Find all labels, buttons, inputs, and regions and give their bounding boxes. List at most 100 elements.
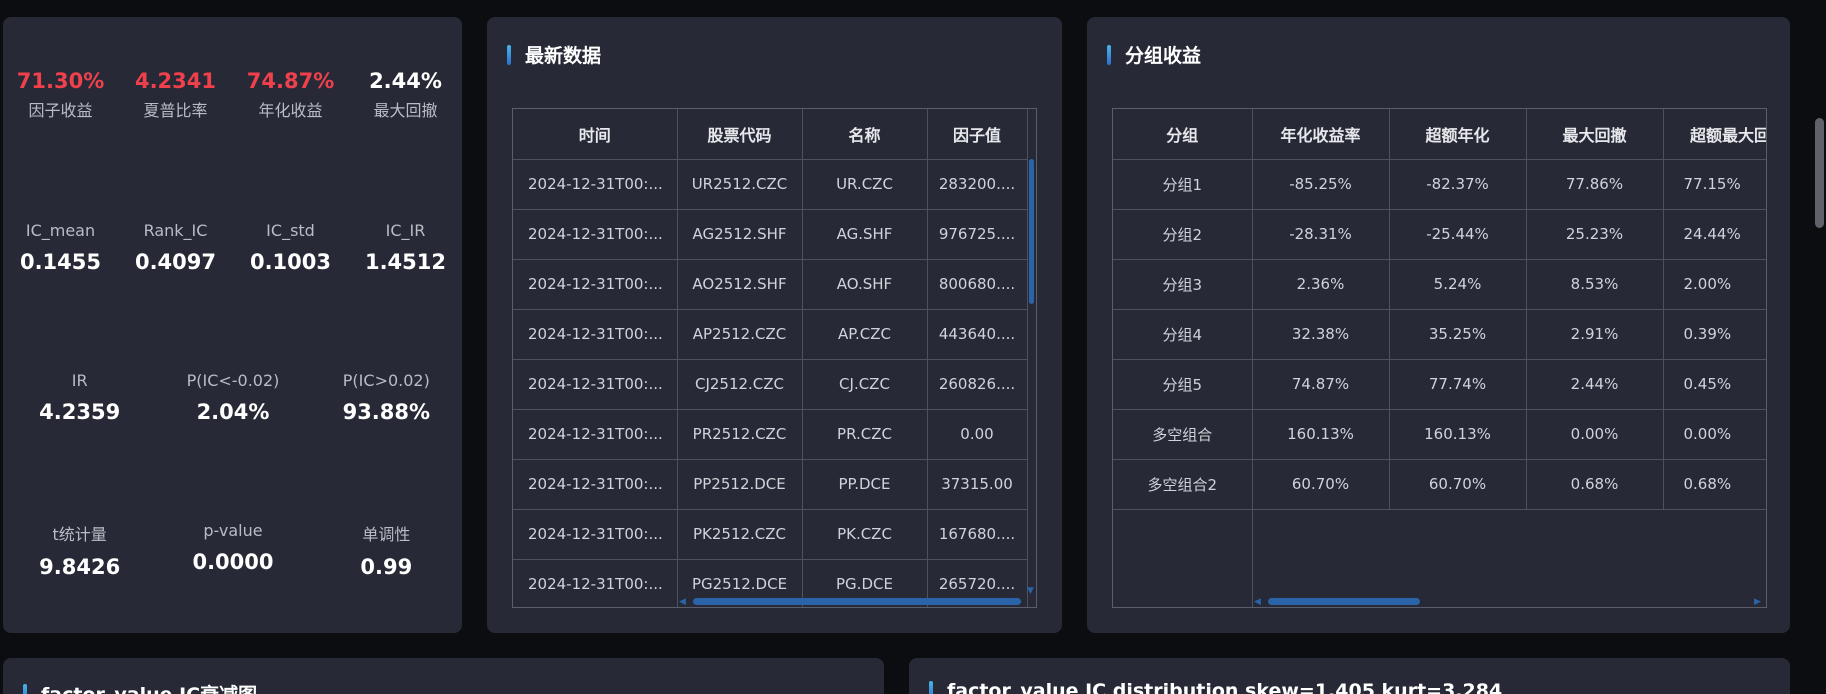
metric-value: 4.2341 [134,69,217,93]
group-returns-table[interactable]: 分组 年化收益率 超额年化 最大回撤 超额最大回撤 分组1 -85.25% -8… [1112,108,1767,608]
column-header-code[interactable]: 股票代码 [677,109,803,160]
metric-rank-ic: Rank_IC 0.4097 [118,221,233,274]
metric-label: p-value [203,521,263,540]
cell-excess-annual: -82.37% [1389,159,1527,210]
metric-value: 71.30% [16,69,105,93]
scroll-left-arrow-icon[interactable]: ◀ [679,597,686,607]
cell-time: 2024-12-31T00:... [513,359,678,410]
metric-label: 单调性 [362,525,411,544]
metric-value: 0.0000 [192,550,274,574]
cell-factor: 800680.... [927,259,1028,310]
metrics-row-stats: t统计量 9.8426 p-value 0.0000 单调性 0.99 [3,521,462,579]
empty-cell [1252,509,1389,607]
cell-excess-max-drawdown: 0.68% [1663,459,1766,510]
latest-data-title: 最新数据 [507,41,601,68]
column-header-time[interactable]: 时间 [513,109,678,160]
cell-max-drawdown: 77.86% [1526,159,1664,210]
metric-monotonic: 单调性 0.99 [310,521,462,579]
table-row[interactable]: 多空组合2 60.70% 60.70% 0.68% 0.68% [1113,459,1766,510]
cell-name: AO.SHF [802,259,928,310]
table-row[interactable]: 2024-12-31T00:... AG2512.SHF AG.SHF 9767… [513,209,1028,260]
scroll-left-arrow-icon[interactable]: ◀ [1254,597,1261,607]
empty-cell [1526,509,1663,607]
table-row[interactable]: 2024-12-31T00:... AO2512.SHF AO.SHF 8006… [513,259,1028,310]
metric-label: P(IC<-0.02) [186,371,280,390]
scroll-right-arrow-icon[interactable]: ▶ [1015,597,1022,607]
metric-value: 74.87% [246,69,335,93]
metric-value: 2.44% [369,69,442,93]
horizontal-scrollbar-thumb[interactable] [693,598,1021,605]
table-row[interactable]: 2024-12-31T00:... PP2512.DCE PP.DCE 3731… [513,459,1028,510]
cell-name: PK.CZC [802,509,928,560]
column-header-name[interactable]: 名称 [802,109,928,160]
table-row[interactable]: 2024-12-31T00:... UR2512.CZC UR.CZC 2832… [513,159,1028,210]
metric-t-stat: t统计量 9.8426 [3,521,156,579]
column-header-max-drawdown[interactable]: 最大回撤 [1526,109,1664,160]
group-returns-grid: 分组 年化收益率 超额年化 最大回撤 超额最大回撤 分组1 -85.25% -8… [1113,109,1766,607]
cell-time: 2024-12-31T00:... [513,209,678,260]
horizontal-scrollbar-thumb[interactable] [1268,598,1420,605]
cell-factor: 443640.... [927,309,1028,360]
metric-label: 夏普比率 [143,101,208,120]
panel-title-text: 分组收益 [1125,45,1202,67]
cell-code: PP2512.DCE [677,459,803,510]
cell-excess-annual: 77.74% [1389,359,1527,410]
metric-ic-std: IC_std 0.1003 [233,221,348,274]
column-header-excess-annual[interactable]: 超额年化 [1389,109,1527,160]
metric-ir: IR 4.2359 [3,371,156,424]
cell-max-drawdown: 0.00% [1526,409,1664,460]
table-row[interactable]: 分组1 -85.25% -82.37% 77.86% 77.15% [1113,159,1766,210]
metric-label: IC_mean [25,221,96,240]
cell-name: PR.CZC [802,409,928,460]
cell-name: CJ.CZC [802,359,928,410]
metric-value: 0.99 [360,555,413,579]
metric-label: 最大回撤 [373,101,438,120]
cell-annual-return: -85.25% [1252,159,1390,210]
table-row[interactable]: 多空组合 160.13% 160.13% 0.00% 0.00% [1113,409,1766,460]
cell-code: AG2512.SHF [677,209,803,260]
cell-excess-max-drawdown: 2.00% [1663,259,1766,310]
column-header-group[interactable]: 分组 [1113,109,1253,160]
cell-annual-return: 74.87% [1252,359,1390,410]
metric-max-drawdown: 2.44% 最大回撤 [348,69,462,121]
table-row[interactable]: 2024-12-31T00:... PK2512.CZC PK.CZC 1676… [513,509,1028,560]
cell-name: UR.CZC [802,159,928,210]
cell-name: AP.CZC [802,309,928,360]
metric-value: 4.2359 [39,400,121,424]
cell-group: 多空组合2 [1113,459,1253,510]
panel-title-text: factor_value IC衰减图 [41,680,257,694]
table-row[interactable]: 分组4 32.38% 35.25% 2.91% 0.39% [1113,309,1766,360]
group-returns-title: 分组收益 [1107,41,1201,68]
latest-data-table[interactable]: 时间 股票代码 名称 因子值 2024-12-31T00:... UR2512.… [512,108,1037,608]
cell-excess-annual: 5.24% [1389,259,1527,310]
cell-name: AG.SHF [802,209,928,260]
vertical-scrollbar-thumb[interactable] [1029,159,1034,304]
cell-excess-annual: 35.25% [1389,309,1527,360]
column-header-annual-return[interactable]: 年化收益率 [1252,109,1390,160]
metric-label: t统计量 [52,525,107,544]
page-scrollbar-thumb[interactable] [1815,118,1824,228]
metric-label: P(IC>0.02) [342,371,430,390]
metric-p-value: p-value 0.0000 [156,521,309,579]
cell-code: CJ2512.CZC [677,359,803,410]
column-header-excess-max-drawdown[interactable]: 超额最大回撤 [1663,109,1766,160]
cell-code: AO2512.SHF [677,259,803,310]
table-row[interactable]: 2024-12-31T00:... CJ2512.CZC CJ.CZC 2608… [513,359,1028,410]
scroll-right-arrow-icon[interactable]: ▶ [1754,597,1761,607]
cell-excess-annual: 160.13% [1389,409,1527,460]
metric-value: 2.04% [196,400,270,424]
cell-group: 分组3 [1113,259,1253,310]
table-row[interactable]: 2024-12-31T00:... AP2512.CZC AP.CZC 4436… [513,309,1028,360]
table-row[interactable]: 2024-12-31T00:... PR2512.CZC PR.CZC 0.00 [513,409,1028,460]
table-row[interactable]: 分组5 74.87% 77.74% 2.44% 0.45% [1113,359,1766,410]
cell-excess-annual: 60.70% [1389,459,1527,510]
scroll-down-arrow-icon[interactable]: ▼ [1027,586,1034,596]
column-header-factor[interactable]: 因子值 [927,109,1028,160]
latest-data-grid: 时间 股票代码 名称 因子值 2024-12-31T00:... UR2512.… [513,109,1028,607]
cell-factor: 283200.... [927,159,1028,210]
cell-time: 2024-12-31T00:... [513,409,678,460]
table-row[interactable]: 分组3 2.36% 5.24% 8.53% 2.00% [1113,259,1766,310]
table-row[interactable]: 分组2 -28.31% -25.44% 25.23% 24.44% [1113,209,1766,260]
cell-code: PK2512.CZC [677,509,803,560]
metric-value: 93.88% [342,400,431,424]
